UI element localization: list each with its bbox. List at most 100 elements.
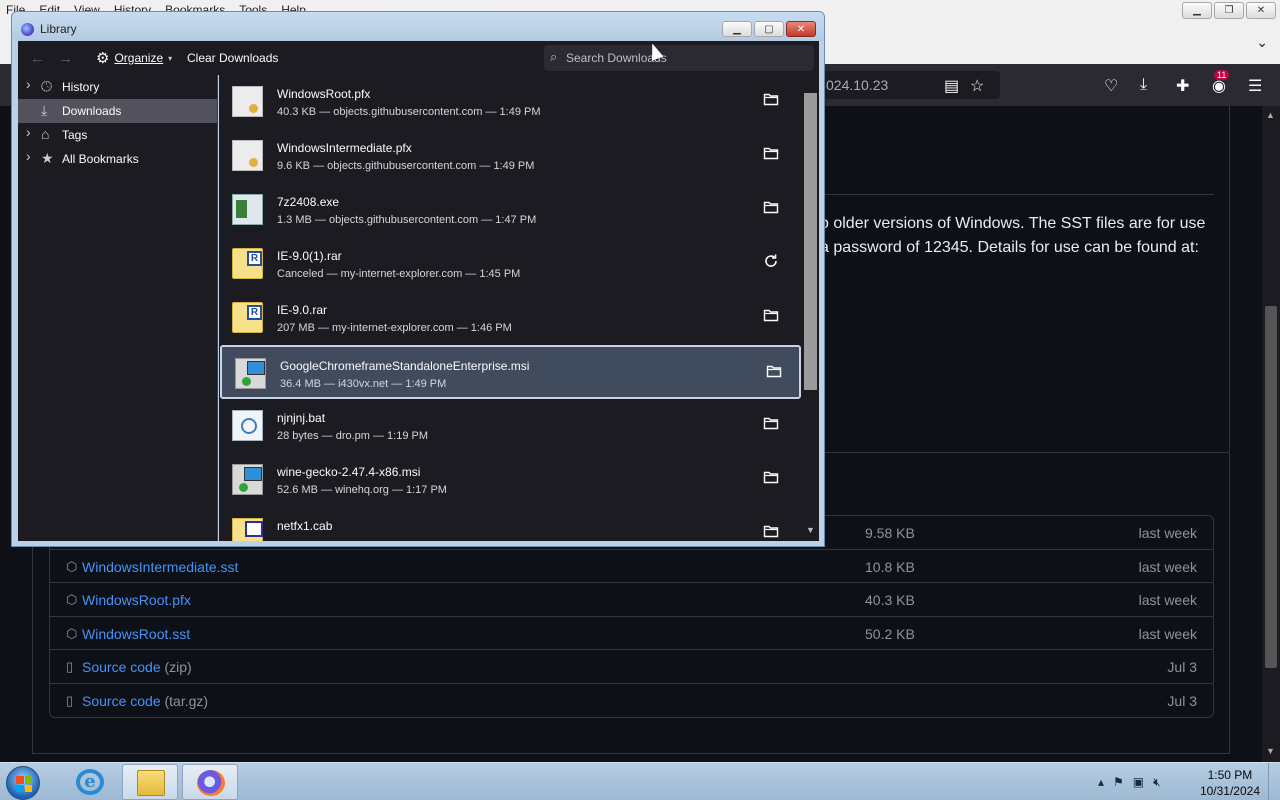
url-text: 024.10.23	[826, 77, 889, 93]
folder-icon[interactable]	[766, 363, 784, 381]
taskbar: e ▴ ⚑ ▣ 🔇︎ 1:50 PM 10/31/2024	[0, 762, 1280, 800]
sidebar-item-label: All Bookmarks	[62, 152, 139, 166]
folder-icon[interactable]	[763, 307, 781, 325]
folder-icon[interactable]	[763, 415, 781, 433]
package-icon: ⬡	[66, 558, 78, 574]
search-downloads-input[interactable]	[566, 49, 806, 67]
download-item[interactable]: GoogleChromeframeStandaloneEnterprise.ms…	[220, 345, 801, 399]
asset-date: last week	[1138, 558, 1197, 575]
tag-icon: ⌂	[41, 126, 50, 142]
download-item[interactable]: WindowsIntermediate.pfx 9.6 KB — objects.…	[219, 129, 802, 183]
taskbar-file-explorer[interactable]	[122, 764, 178, 800]
firefox-close-button[interactable]: ✕	[1246, 2, 1276, 19]
asset-link[interactable]: Source code (zip)	[82, 659, 192, 675]
back-arrow-icon[interactable]: ←	[30, 50, 45, 67]
chevron-down-icon: ▾	[168, 53, 173, 63]
clear-downloads-button[interactable]: Clear Downloads	[187, 51, 278, 65]
library-sidebar: › 🕓︎ History ⤓ Downloads › ⌂ Tags › ★ All Bookmark…	[18, 75, 218, 541]
clock-time: 1:50 PM	[1207, 768, 1253, 782]
asset-date: last week	[1138, 625, 1197, 642]
folder-icon[interactable]	[763, 523, 781, 541]
list-all-tabs-icon[interactable]: ⌄	[1256, 34, 1268, 51]
sidebar-item-all-bookmarks[interactable]: › ★ All Bookmarks	[18, 147, 217, 171]
scroll-down-icon[interactable]: ▼	[806, 525, 815, 535]
firefox-icon	[197, 770, 225, 796]
app-menu-icon[interactable]: ☰	[1248, 76, 1262, 96]
volume-muted-icon[interactable]: 🔇︎	[1153, 775, 1161, 790]
asset-name: WindowsRoot.sst	[82, 625, 191, 642]
sidebar-item-downloads[interactable]: ⤓ Downloads	[18, 99, 217, 123]
download-item[interactable]: R IE-9.0.rar 207 MB — my-internet-explorer…	[219, 291, 802, 345]
search-downloads-box[interactable]: ⌕	[544, 45, 814, 71]
organize-label: Organize	[114, 51, 164, 65]
asset-date: Jul 3	[1167, 659, 1197, 675]
asset-name-suffix: (tar.gz)	[164, 692, 209, 709]
clock-icon: 🕓︎	[41, 78, 53, 94]
internet-explorer-icon: e	[76, 769, 104, 795]
file-zip-icon: ▯	[66, 659, 74, 674]
download-item[interactable]: 7z2408.exe 1.3 MB — objects.githubusercon…	[219, 183, 802, 237]
windows-logo-icon	[16, 776, 32, 792]
action-center-flag-icon[interactable]: ⚑	[1113, 775, 1124, 790]
bookmark-star-icon[interactable]: ☆	[970, 76, 984, 96]
page-scrollbar[interactable]: ▲ ▼	[1262, 106, 1280, 762]
download-icon: ⤓	[41, 102, 48, 118]
start-button[interactable]	[6, 766, 40, 800]
clock-date: 10/31/2024	[1199, 784, 1260, 798]
downloads-icon[interactable]: ⤓	[1140, 76, 1147, 94]
asset-link[interactable]: WindowsRoot.sst	[82, 626, 190, 642]
library-maximize-button[interactable]: ▢	[754, 21, 784, 37]
asset-size: 50.2 KB	[865, 625, 915, 642]
page-scrollbar-thumb[interactable]	[1265, 306, 1277, 668]
asset-row: ▯ Source code (zip) Jul 3	[50, 649, 1213, 683]
release-notes-line: o older versions of Windows. The SST fil…	[820, 215, 1206, 232]
asset-name: Source code	[82, 659, 161, 675]
show-hidden-icons-icon[interactable]: ▴	[1098, 775, 1104, 790]
download-item[interactable]: njnjnj.bat 28 bytes — dro.pm — 1:19 PM	[219, 399, 802, 453]
organize-button[interactable]: ⚙ Organize ▾	[96, 49, 172, 67]
network-icon[interactable]: ▣	[1133, 775, 1144, 790]
chevron-right-icon[interactable]: ›	[26, 76, 31, 92]
sidebar-item-tags[interactable]: › ⌂ Tags	[18, 123, 217, 147]
show-desktop-button[interactable]	[1268, 763, 1280, 800]
executable-file-icon	[232, 194, 263, 225]
download-item[interactable]: netfx1.cab	[219, 507, 802, 541]
download-item[interactable]: wine-gecko-2.47.4-x86.msi 52.6 MB — wineh…	[219, 453, 802, 507]
download-item[interactable]: WindowsRoot.pfx 40.3 KB — objects.githubu…	[219, 75, 802, 129]
download-status: 40.3 KB — objects.githubusercontent.com …	[277, 106, 541, 118]
taskbar-firefox[interactable]	[182, 764, 238, 800]
folder-icon[interactable]	[763, 199, 781, 217]
asset-link[interactable]: WindowsRoot.pfx	[82, 592, 191, 608]
chevron-right-icon[interactable]: ›	[26, 124, 31, 140]
download-status: 207 MB — my-internet-explorer.com — 1:46…	[277, 322, 512, 334]
library-close-button[interactable]: ✕	[786, 21, 816, 37]
download-filename: WindowsIntermediate.pfx	[277, 141, 412, 155]
firefox-minimize-button[interactable]: ▁	[1182, 2, 1212, 19]
asset-date: last week	[1138, 525, 1197, 541]
extensions-icon[interactable]: ✚	[1176, 76, 1189, 96]
downloads-scrollbar[interactable]: ▼	[802, 75, 819, 541]
addon-badge: 11	[1214, 70, 1230, 80]
library-titlebar[interactable]: Library ▁ ▢ ✕	[12, 12, 824, 41]
reader-view-icon[interactable]: ▤	[944, 76, 959, 96]
forward-arrow-icon[interactable]: →	[58, 50, 73, 67]
divider	[820, 452, 1230, 453]
pocket-icon[interactable]: ♡	[1104, 76, 1118, 96]
taskbar-internet-explorer[interactable]: e	[62, 764, 118, 800]
downloads-scrollbar-thumb[interactable]	[804, 93, 817, 390]
download-item[interactable]: R IE-9.0(1).rar Canceled — my-internet-exp…	[219, 237, 802, 291]
sidebar-item-history[interactable]: › 🕓︎ History	[18, 75, 217, 99]
asset-link[interactable]: WindowsIntermediate.sst	[82, 559, 238, 575]
download-status: 9.6 KB — objects.githubusercontent.com —…	[277, 160, 535, 172]
asset-row: ⬡ WindowsRoot.sst 50.2 KB last week	[50, 615, 1213, 650]
folder-icon[interactable]	[763, 91, 781, 109]
asset-link[interactable]: Source code (tar.gz)	[82, 693, 208, 709]
system-clock[interactable]: 1:50 PM 10/31/2024	[1200, 767, 1260, 799]
folder-icon[interactable]	[763, 469, 781, 487]
library-minimize-button[interactable]: ▁	[722, 21, 752, 37]
chevron-right-icon[interactable]: ›	[26, 148, 31, 164]
retry-icon[interactable]	[763, 253, 781, 271]
folder-icon[interactable]	[763, 145, 781, 163]
asset-size: 9.58 KB	[865, 525, 915, 541]
firefox-restore-button[interactable]: ❐	[1214, 2, 1244, 19]
